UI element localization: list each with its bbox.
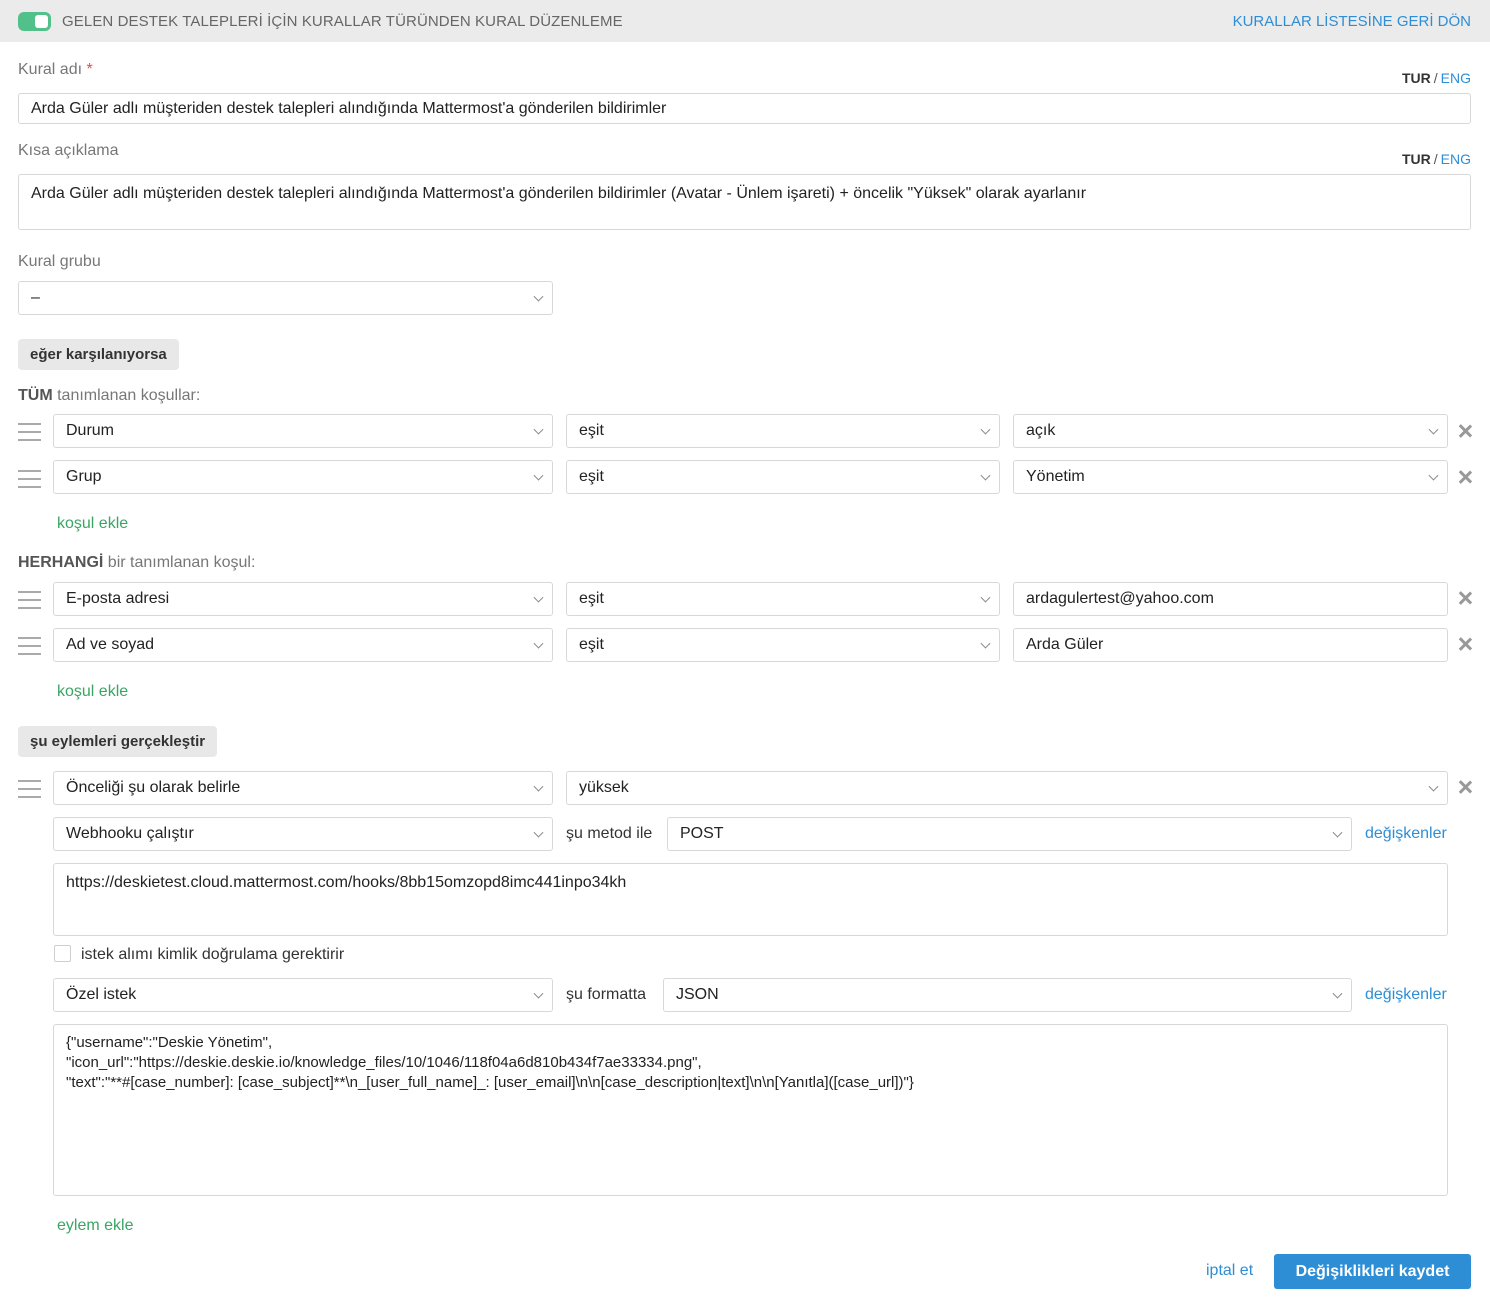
condition-value-input[interactable]: ardagulertest@yahoo.com — [1013, 582, 1448, 616]
request-type-select[interactable]: Özel istek — [53, 978, 553, 1012]
drag-handle-icon[interactable] — [18, 780, 41, 798]
lang-tur[interactable]: TUR — [1402, 151, 1431, 167]
chevron-down-icon — [980, 470, 991, 481]
required-mark: * — [86, 61, 93, 78]
chevron-down-icon — [1428, 424, 1439, 435]
condition-field-select[interactable]: Ad ve soyad — [53, 628, 553, 662]
request-body-textarea[interactable]: {"username":"Deskie Yönetim", "icon_url"… — [53, 1024, 1448, 1196]
remove-condition-icon[interactable] — [1457, 636, 1473, 652]
all-conditions-title: TÜM tanımlanan koşullar: — [18, 387, 201, 404]
back-to-rules-link[interactable]: KURALLAR LİSTESİNE GERİ DÖN — [1233, 13, 1471, 30]
short-desc-label: Kısa açıklama — [18, 142, 119, 159]
chevron-down-icon — [533, 470, 544, 481]
drag-handle-icon[interactable] — [18, 591, 41, 609]
variables-link[interactable]: değişkenler — [1365, 986, 1447, 1004]
condition-field-select[interactable]: Durum — [53, 414, 553, 448]
condition-field-select[interactable]: E-posta adresi — [53, 582, 553, 616]
rule-name-lang-switch: TUR / ENG — [1401, 70, 1471, 86]
chevron-down-icon — [533, 592, 544, 603]
auth-required-label: istek alımı kimlik doğrulama gerektirir — [81, 946, 345, 963]
rule-name-input[interactable]: Arda Güler adlı müşteriden destek talepl… — [18, 93, 1471, 124]
condition-operator-select[interactable]: eşit — [566, 582, 1000, 616]
method-label: şu metod ile — [566, 825, 653, 842]
add-condition-link[interactable]: koşul ekle — [57, 515, 128, 533]
request-format-select[interactable]: JSON — [663, 978, 1352, 1012]
drag-handle-icon[interactable] — [18, 637, 41, 655]
condition-field-select[interactable]: Grup — [53, 460, 553, 494]
lang-eng[interactable]: ENG — [1441, 70, 1471, 86]
add-action-link[interactable]: eylem ekle — [57, 1217, 133, 1235]
chevron-down-icon — [533, 827, 544, 838]
short-desc-textarea[interactable]: Arda Güler adlı müşteriden destek talepl… — [18, 174, 1471, 230]
webhook-url-textarea[interactable]: https://deskietest.cloud.mattermost.com/… — [53, 863, 1448, 936]
chevron-down-icon — [980, 638, 991, 649]
remove-condition-icon[interactable] — [1457, 423, 1473, 439]
rule-group-select[interactable]: – — [18, 281, 553, 315]
variables-link[interactable]: değişkenler — [1365, 825, 1447, 843]
toggle-knob — [35, 15, 48, 28]
remove-condition-icon[interactable] — [1457, 469, 1473, 485]
chevron-down-icon — [1428, 781, 1439, 792]
lang-eng[interactable]: ENG — [1441, 151, 1471, 167]
chevron-down-icon — [533, 424, 544, 435]
chevron-down-icon — [1428, 470, 1439, 481]
condition-operator-select[interactable]: eşit — [566, 414, 1000, 448]
auth-required-checkbox[interactable] — [54, 945, 71, 962]
remove-condition-icon[interactable] — [1457, 590, 1473, 606]
condition-value-input[interactable]: Arda Güler — [1013, 628, 1448, 662]
lang-tur[interactable]: TUR — [1402, 70, 1431, 86]
header-bar: GELEN DESTEK TALEPLERİ İÇİN KURALLAR TÜR… — [0, 0, 1490, 42]
drag-handle-icon[interactable] — [18, 470, 41, 488]
cancel-link[interactable]: iptal et — [1206, 1262, 1253, 1280]
chevron-down-icon — [533, 638, 544, 649]
short-desc-lang-switch: TUR / ENG — [1401, 151, 1471, 167]
condition-operator-select[interactable]: eşit — [566, 460, 1000, 494]
chevron-down-icon — [533, 988, 544, 999]
chevron-down-icon — [980, 592, 991, 603]
chevron-down-icon — [980, 424, 991, 435]
any-conditions-title: HERHANGİ bir tanımlanan koşul: — [18, 554, 256, 571]
action-type-select[interactable]: Önceliği şu olarak belirle — [53, 771, 553, 805]
page-title: GELEN DESTEK TALEPLERİ İÇİN KURALLAR TÜR… — [62, 13, 623, 30]
if-section-chip: eğer karşılanıyorsa — [18, 339, 179, 370]
chevron-down-icon — [1332, 988, 1343, 999]
priority-value-select[interactable]: yüksek — [566, 771, 1448, 805]
rule-group-label: Kural grubu — [18, 253, 101, 270]
condition-value-select[interactable]: Yönetim — [1013, 460, 1448, 494]
save-changes-button[interactable]: Değişiklikleri kaydet — [1274, 1254, 1471, 1289]
http-method-select[interactable]: POST — [667, 817, 1352, 851]
chevron-down-icon — [533, 291, 544, 302]
format-label: şu formatta — [566, 986, 647, 1003]
rule-active-toggle[interactable] — [18, 12, 51, 31]
chevron-down-icon — [533, 781, 544, 792]
chevron-down-icon — [1332, 827, 1343, 838]
drag-handle-icon[interactable] — [18, 423, 41, 441]
actions-section-chip: şu eylemleri gerçekleştir — [18, 726, 218, 757]
condition-operator-select[interactable]: eşit — [566, 628, 1000, 662]
remove-action-icon[interactable] — [1457, 779, 1473, 795]
add-condition-link[interactable]: koşul ekle — [57, 683, 128, 701]
rule-name-label: Kural adı * — [18, 61, 93, 78]
action-type-select[interactable]: Webhooku çalıştır — [53, 817, 553, 851]
condition-value-select[interactable]: açık — [1013, 414, 1448, 448]
